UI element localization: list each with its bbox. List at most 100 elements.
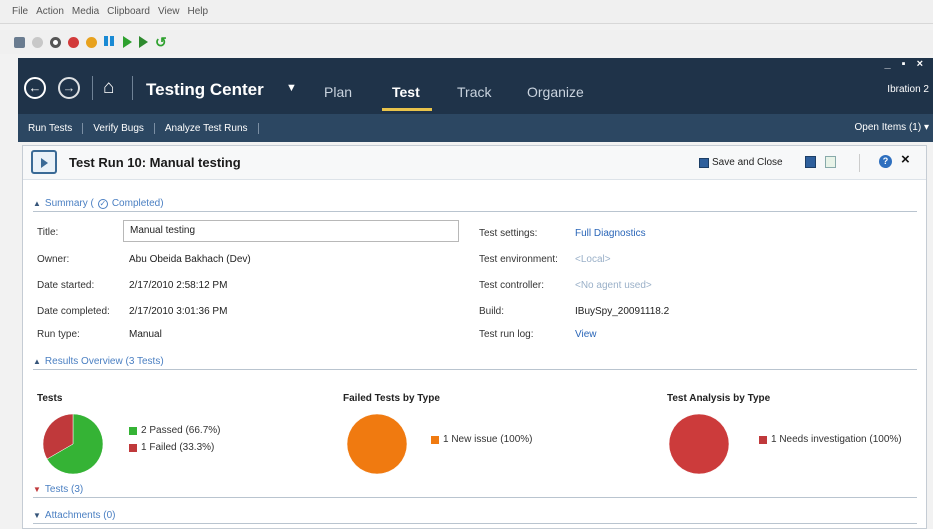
close-icon[interactable]: × [901,151,910,168]
summary-status: Completed) [111,198,164,209]
test-environment-label: Test environment: [479,254,558,265]
attachments-section-header[interactable]: ▼ Attachments (0) [33,508,917,524]
menu-help[interactable]: Help [187,6,208,17]
passed-swatch [129,426,137,435]
owner-label: Owner: [37,254,70,265]
open-items-label: Open Items (1) [854,122,922,133]
save-icon [699,157,709,168]
open-items-dropdown[interactable]: Open Items (1) ▾ [854,122,929,133]
pie-slice-new-issue [346,413,408,475]
results-charts [42,413,730,475]
legend-new-issue-label: 1 New issue (100%) [443,434,533,445]
expand-icon: ▼ [33,485,41,494]
menu-media[interactable]: Media [72,6,99,17]
sub-navigation: Run Tests Verify Bugs Analyze Test Runs … [18,114,933,142]
test-controller-label: Test controller: [479,280,545,291]
legend-needs-investigation: 1 Needs investigation (100%) [759,434,902,445]
revert-icon[interactable]: ↺ [155,35,167,49]
refresh-icon[interactable] [825,156,836,168]
divider [132,76,133,100]
run-type-value: Manual [129,329,162,340]
date-started-label: Date started: [37,280,95,291]
page-title: Test Run 10: Manual testing [69,155,241,170]
divider [859,154,860,172]
tab-organize[interactable]: Organize [527,84,584,100]
subnav-analyze-test-runs[interactable]: Analyze Test Runs [155,122,259,134]
tab-plan[interactable]: Plan [324,84,352,100]
menu-clipboard[interactable]: Clipboard [107,6,150,17]
completed-check-icon: ✓ [97,198,108,209]
summary-label: Summary ( [44,198,94,209]
ctrl-alt-del-icon[interactable] [14,36,25,48]
home-icon[interactable]: ⌂ [103,77,114,99]
new-issue-swatch [431,435,439,444]
turn-off-icon[interactable] [50,36,61,48]
user-name: Ibration 2 [887,84,929,95]
save-and-close-button[interactable]: Save and Close [699,157,783,168]
vm-toolbar: ↺ [0,30,933,54]
collapse-icon: ▲ [33,199,41,208]
test-run-icon [31,150,57,174]
save-state-icon[interactable] [86,36,97,48]
build-label: Build: [479,306,505,317]
test-settings-link[interactable]: Full Diagnostics [575,228,646,239]
failed-swatch [129,443,137,452]
forward-arrow-icon[interactable]: → [58,77,80,99]
test-run-log-link[interactable]: View [575,329,597,340]
tab-track[interactable]: Track [457,84,491,100]
test-settings-label: Test settings: [479,228,538,239]
legend-passed-label: 2 Passed (66.7%) [141,425,221,436]
menu-view[interactable]: View [158,6,180,17]
divider [92,76,93,100]
legend-failed: 1 Failed (33.3%) [129,442,214,453]
pie-slice-needs-investigation [668,413,730,475]
legend-passed: 2 Passed (66.7%) [129,425,221,436]
resume-icon[interactable] [123,36,132,48]
date-completed-label: Date completed: [37,306,110,317]
test-environment-value: <Local> [575,254,611,265]
menu-action[interactable]: Action [36,6,64,17]
date-completed-value: 2/17/2010 3:01:36 PM [129,306,228,317]
app-dropdown-icon[interactable]: ▼ [286,82,297,94]
tests-section-header[interactable]: ▼ Tests (3) [33,482,917,498]
test-run-header: Test Run 10: Manual testing Save and Clo… [23,146,926,180]
subnav-run-tests[interactable]: Run Tests [18,122,84,134]
owner-value: Abu Obeida Bakhach (Dev) [129,254,251,265]
app-name[interactable]: Testing Center [146,80,264,100]
legend-failed-label: 1 Failed (33.3%) [141,442,215,453]
subnav-verify-bugs[interactable]: Verify Bugs [83,122,155,134]
shutdown-icon[interactable] [68,36,79,48]
test-run-log-label: Test run log: [479,329,534,340]
save-and-close-label: Save and Close [712,157,783,168]
title-input[interactable]: Manual testing [123,220,459,242]
collapse-icon: ▲ [33,357,41,366]
pause-icon[interactable] [104,35,116,49]
test-controller-value: <No agent used> [575,280,652,291]
back-arrow-icon[interactable]: ← [24,77,46,99]
help-icon[interactable]: ? [879,155,892,168]
attachments-section-label: Attachments (0) [44,510,116,521]
active-tab-indicator [382,108,432,111]
start-icon[interactable] [32,36,43,48]
needs-investigation-swatch [759,435,767,444]
legend-new-issue: 1 New issue (100%) [431,434,532,445]
summary-section-header[interactable]: ▲ Summary ( ✓ Completed) [33,196,917,212]
legend-needs-investigation-label: 1 Needs investigation (100%) [771,434,902,445]
tab-test[interactable]: Test [392,84,420,100]
expand-icon: ▼ [33,511,41,520]
app-header: ← → ⌂ Testing Center ▼ Plan Test Track O… [18,58,933,114]
results-overview-header[interactable]: ▲ Results Overview (3 Tests) [33,354,917,370]
title-label: Title: [37,227,59,238]
menu-file[interactable]: File [12,6,28,17]
date-started-value: 2/17/2010 2:58:12 PM [129,280,228,291]
run-type-label: Run type: [37,329,80,340]
vm-menu-bar: File Action Media Clipboard View Help [0,0,933,24]
build-value: IBuySpy_20091118.2 [575,306,670,317]
test-run-panel: Test Run 10: Manual testing Save and Clo… [22,145,927,529]
save-button[interactable] [805,156,816,168]
snapshot-icon[interactable] [139,36,148,48]
results-overview-label: Results Overview (3 Tests) [44,356,164,367]
window-controls[interactable]: _ ▪ × [884,58,927,70]
tests-section-label: Tests (3) [44,484,84,495]
app-window: File Action Media Clipboard View Help ↺ … [0,0,933,529]
